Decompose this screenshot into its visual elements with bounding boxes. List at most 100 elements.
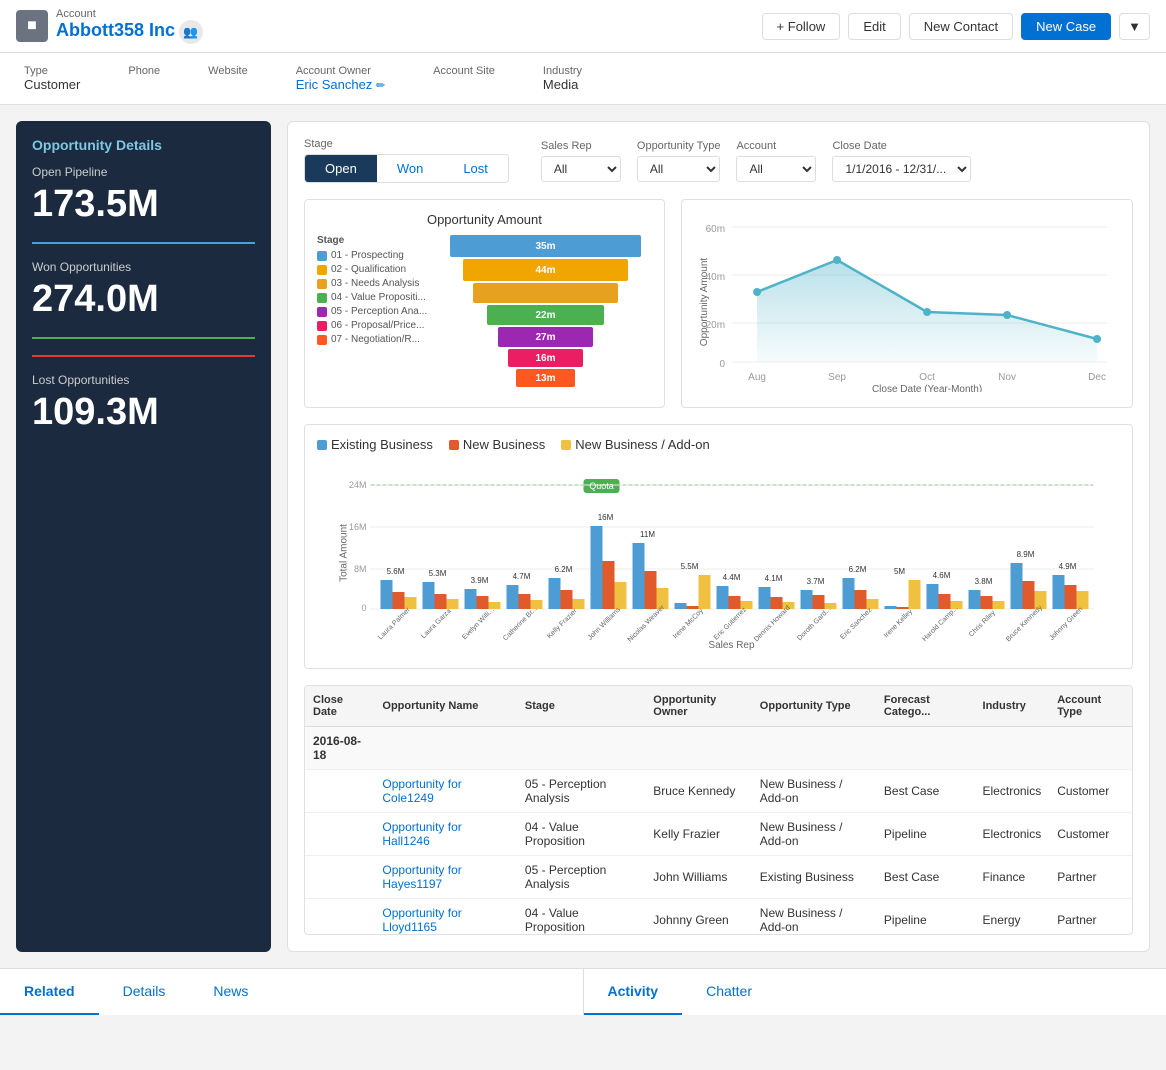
funnel-bar-05: 27m (498, 327, 594, 347)
col-opp-name: Opportunity Name (374, 686, 517, 727)
svg-text:60m: 60m (705, 224, 724, 235)
funnel-bar-06: 16m (508, 349, 582, 367)
account-title-block: Account Abbott358 Inc 👥 (56, 8, 203, 44)
svg-text:0: 0 (361, 603, 366, 613)
funnel-stage-label: Stage (317, 235, 427, 246)
table-wrapper: Close Date Opportunity Name Stage Opport… (304, 685, 1133, 935)
legend-addon: New Business / Add-on (561, 437, 709, 452)
svg-text:5.5M: 5.5M (681, 562, 699, 571)
oppty-type-sub-label: Opportunity Type (637, 140, 721, 152)
tab-won[interactable]: Won (377, 155, 444, 182)
account-owner-label: Account Owner (296, 65, 385, 77)
svg-text:4.6M: 4.6M (933, 571, 951, 580)
account-meta: Type Customer Phone Website Account Owne… (0, 53, 1166, 105)
sales-rep-filter-group: Sales Rep All (541, 140, 621, 182)
svg-text:4.1M: 4.1M (765, 574, 783, 583)
col-industry: Industry (975, 686, 1050, 727)
stage-tabs: Open Won Lost (304, 154, 509, 183)
svg-text:3.9M: 3.9M (471, 576, 489, 585)
tab-news[interactable]: News (189, 969, 272, 1015)
stage-cell: 04 - Value Proposition (517, 899, 645, 936)
new-contact-button[interactable]: New Contact (909, 13, 1013, 40)
tab-open[interactable]: Open (305, 155, 377, 182)
account-owner-value[interactable]: Eric Sanchez (296, 77, 373, 92)
svg-text:Quota: Quota (589, 481, 614, 491)
bottom-tabs-left: Related Details News (0, 969, 584, 1015)
bar-chart-legend: Existing Business New Business New Busin… (317, 437, 1120, 455)
table-row: Opportunity for Cole1249 05 - Perception… (305, 770, 1132, 813)
account-owner-edit-icon[interactable]: ✏ (376, 80, 385, 92)
industry-cell: Electronics (975, 813, 1050, 856)
svg-text:Nov: Nov (998, 372, 1016, 383)
dropdown-button[interactable]: ▼ (1119, 13, 1150, 40)
table-row: Opportunity for Lloyd1165 04 - Value Pro… (305, 899, 1132, 936)
svg-text:16M: 16M (598, 513, 614, 522)
account-sub-label: Account (736, 140, 816, 152)
svg-text:4.4M: 4.4M (723, 573, 741, 582)
forecast-cell: Best Case (876, 770, 975, 813)
stage-cell: 05 - Perception Analysis (517, 770, 645, 813)
date-cell (305, 770, 374, 813)
meta-website: Website (208, 65, 248, 92)
legend-01: 01 - Prospecting (317, 250, 427, 261)
tab-activity[interactable]: Activity (584, 969, 683, 1015)
col-close-date: Close Date (305, 686, 374, 727)
follow-button[interactable]: + Follow (762, 13, 841, 40)
svg-text:Doroth Gard...: Doroth Gard... (796, 606, 832, 642)
table-row: 2016-08-18 (305, 727, 1132, 770)
svg-text:4.9M: 4.9M (1059, 562, 1077, 571)
opp-name-cell[interactable]: Opportunity for Lloyd1165 (374, 899, 517, 936)
oppty-type-select[interactable]: All (637, 156, 721, 182)
legend-06: 06 - Proposal/Price... (317, 320, 427, 331)
sales-rep-select[interactable]: All (541, 156, 621, 182)
svg-text:24M: 24M (349, 480, 367, 490)
account-select[interactable]: All (736, 156, 816, 182)
legend-04: 04 - Value Propositi... (317, 292, 427, 303)
svg-text:Johnny Green: Johnny Green (1048, 606, 1084, 642)
tab-chatter[interactable]: Chatter (682, 969, 776, 1015)
col-opp-type: Opportunity Type (752, 686, 876, 727)
charts-row: Opportunity Amount Stage 01 - Prospectin… (304, 199, 1133, 408)
svg-text:8.9M: 8.9M (1017, 550, 1035, 559)
opp-name-cell[interactable]: Opportunity for Hayes1197 (374, 856, 517, 899)
col-stage: Stage (517, 686, 645, 727)
svg-text:Kelly Frazier: Kelly Frazier (546, 607, 579, 640)
tab-details[interactable]: Details (99, 969, 190, 1015)
tab-lost[interactable]: Lost (443, 155, 508, 182)
stage-cell: 05 - Perception Analysis (517, 856, 645, 899)
legend-07: 07 - Negotiation/R... (317, 334, 427, 345)
svg-text:Sales Rep: Sales Rep (708, 640, 755, 651)
type-value: Customer (24, 77, 80, 92)
funnel-legend: Stage 01 - Prospecting 02 - Qualificatio… (317, 235, 427, 387)
svg-text:Eric Gutierrez: Eric Gutierrez (713, 606, 749, 642)
filters-row: Stage Open Won Lost Sales Rep All Opport… (304, 138, 1133, 183)
svg-text:Sep: Sep (828, 372, 846, 383)
industry-cell: Finance (975, 856, 1050, 899)
legend-02: 02 - Qualification (317, 264, 427, 275)
legend-new: New Business (449, 437, 545, 452)
new-case-button[interactable]: New Case (1021, 13, 1111, 40)
owner-cell: John Williams (645, 856, 752, 899)
opp-name-cell[interactable]: Opportunity for Cole1249 (374, 770, 517, 813)
type-cell: Existing Business (752, 856, 876, 899)
won-opportunities-section: Won Opportunities 274.0M (32, 260, 255, 339)
acct-type-cell: Partner (1049, 856, 1132, 899)
svg-text:Irene McCoy: Irene McCoy (672, 607, 705, 640)
svg-text:8M: 8M (354, 564, 367, 574)
owner-cell: Bruce Kennedy (645, 770, 752, 813)
forecast-cell: Pipeline (876, 813, 975, 856)
svg-text:Opportunity Amount: Opportunity Amount (699, 258, 710, 347)
people-icon[interactable]: 👥 (179, 20, 203, 44)
close-date-select[interactable]: 1/1/2016 - 12/31/... (832, 156, 971, 182)
owner-cell: Johnny Green (645, 899, 752, 936)
close-date-filter-group: Close Date 1/1/2016 - 12/31/... (832, 140, 971, 182)
forecast-cell: Pipeline (876, 899, 975, 936)
bottom-tabs-right: Activity Chatter (584, 969, 1166, 1015)
svg-text:16M: 16M (349, 522, 367, 532)
lost-oppty-label: Lost Opportunities (32, 355, 255, 387)
tab-related[interactable]: Related (0, 969, 99, 1015)
edit-button[interactable]: Edit (848, 13, 900, 40)
funnel-bar-03 (473, 283, 618, 303)
opp-name-cell[interactable]: Opportunity for Hall1246 (374, 813, 517, 856)
won-oppty-amount: 274.0M (32, 278, 255, 321)
